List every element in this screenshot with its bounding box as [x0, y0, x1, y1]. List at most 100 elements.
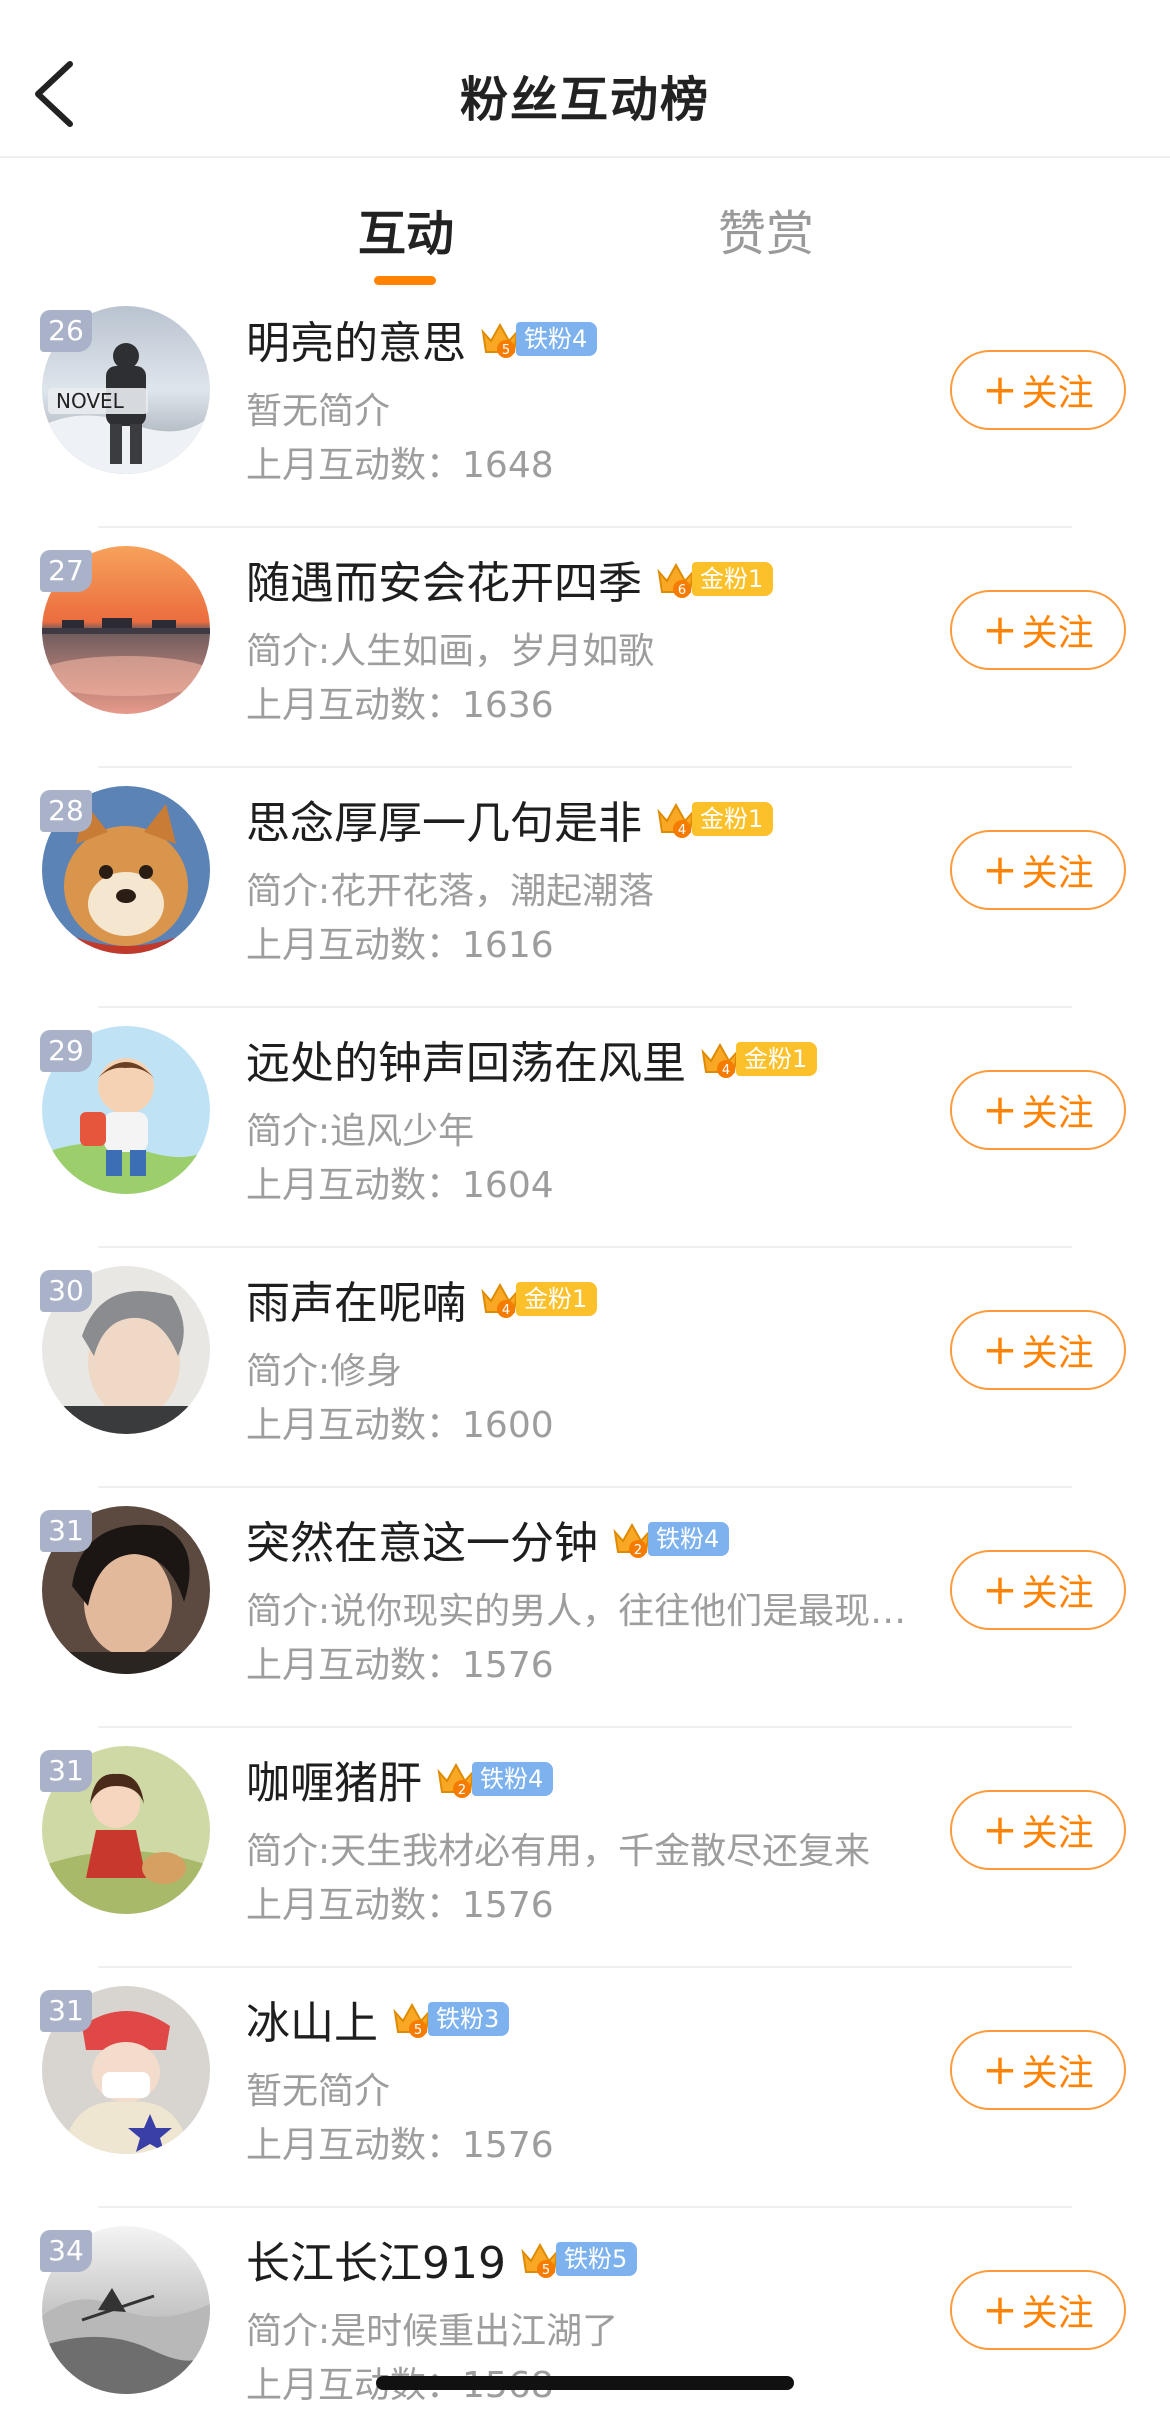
svg-text:2: 2	[458, 1783, 466, 1798]
follow-label: 关注	[1021, 2053, 1094, 2094]
list-item[interactable]: NOVEL 26 明亮的意思 5 铁粉4 暂无简介 上月互动数：1648 + 关注	[0, 288, 1170, 528]
fan-bio: 简介:花开花落，潮起潮落	[246, 871, 655, 912]
fan-badge: 2 铁粉4	[436, 1760, 554, 1798]
list-item[interactable]: 31 咖喱猪肝 2 铁粉4 简介:天生我材必有用，千金散尽还复来 上月互动数：1…	[0, 1728, 1170, 1968]
follow-button[interactable]: + 关注	[950, 2030, 1126, 2110]
follow-button[interactable]: + 关注	[950, 1310, 1126, 1390]
rank-tag: 31	[40, 1990, 92, 2032]
plus-icon: +	[982, 1805, 1018, 1854]
count-label: 上月互动数：	[246, 925, 463, 966]
count-value: 1604	[462, 1165, 554, 1206]
fan-level-badge: 铁粉4	[472, 1762, 554, 1796]
count-value: 1576	[462, 1645, 554, 1686]
list-item[interactable]: 28 思念厚厚一几句是非 4 金粉1 简介:花开花落，潮起潮落 上月互动数：16…	[0, 768, 1170, 1008]
rank-tag: 29	[40, 1030, 92, 1072]
plus-icon: +	[982, 2285, 1018, 2334]
count-value: 1616	[462, 925, 554, 966]
list-item[interactable]: 31 突然在意这一分钟 2 铁粉4 简介:说你现实的男人，往往他们是最现… 上月…	[0, 1488, 1170, 1728]
count-value: 1576	[462, 1885, 554, 1926]
follow-button[interactable]: + 关注	[950, 1550, 1126, 1630]
fan-level-badge: 铁粉4	[516, 322, 598, 356]
list-item[interactable]: 31 冰山上 5 铁粉3 暂无简介 上月互动数：1576 + 关注	[0, 1968, 1170, 2208]
fan-bio: 简介:修身	[246, 1351, 403, 1392]
interaction-count: 上月互动数：1576	[246, 1876, 554, 1928]
tab-reward[interactable]: 赞赏	[718, 194, 814, 264]
plus-icon: +	[982, 365, 1018, 414]
fan-name[interactable]: 咖喱猪肝	[246, 1747, 422, 1811]
fan-name[interactable]: 思念厚厚一几句是非	[246, 787, 642, 851]
crown-icon: 2	[437, 1762, 475, 1798]
crown-icon: 4	[701, 1042, 739, 1078]
fan-bio: 暂无简介	[246, 391, 391, 432]
fan-name[interactable]: 雨声在呢喃	[246, 1267, 466, 1331]
follow-label: 关注	[1021, 1813, 1094, 1854]
fan-badge: 2 铁粉4	[612, 1520, 730, 1558]
home-indicator[interactable]	[376, 2376, 794, 2390]
list-item[interactable]: 29 远处的钟声回荡在风里 4 金粉1 简介:追风少年 上月互动数：1604 +…	[0, 1008, 1170, 1248]
fan-name[interactable]: 突然在意这一分钟	[246, 1507, 598, 1571]
tab-bar: 互动 赞赏	[0, 158, 1170, 288]
rank-tag: 31	[40, 1510, 92, 1552]
interaction-count: 上月互动数：1648	[246, 436, 554, 488]
crown-icon: 5	[521, 2242, 559, 2278]
fan-bio: 简介:说你现实的男人，往往他们是最现…	[246, 1591, 907, 1632]
svg-text:2: 2	[634, 1543, 642, 1558]
fan-level-badge: 铁粉4	[648, 1522, 730, 1556]
fan-level-badge: 金粉1	[736, 1042, 818, 1076]
count-label: 上月互动数：	[246, 1885, 463, 1926]
page-title: 粉丝互动榜	[459, 72, 710, 128]
fan-name-line: 咖喱猪肝 2 铁粉4	[246, 1747, 554, 1811]
plus-icon: +	[982, 1565, 1018, 1614]
follow-button[interactable]: + 关注	[950, 830, 1126, 910]
crown-icon: 6	[657, 562, 695, 598]
crown-icon: 5	[481, 322, 519, 358]
follow-label: 关注	[1021, 2293, 1094, 2334]
fan-name-line: 随遇而安会花开四季 6 金粉1	[246, 547, 774, 611]
follow-button[interactable]: + 关注	[950, 2270, 1126, 2350]
fan-name[interactable]: 长江长江919	[246, 2227, 506, 2291]
fan-bio: 简介:是时候重出江湖了	[246, 2311, 619, 2352]
follow-button[interactable]: + 关注	[950, 1790, 1126, 1870]
svg-text:6: 6	[678, 583, 686, 598]
nav-bar: 粉丝互动榜	[0, 0, 1170, 158]
fan-name[interactable]: 明亮的意思	[246, 307, 466, 371]
count-label: 上月互动数：	[246, 1405, 463, 1446]
svg-text:5: 5	[542, 2263, 550, 2278]
interaction-count: 上月互动数：1636	[246, 676, 554, 728]
count-value: 1648	[462, 445, 554, 486]
rank-tag: 34	[40, 2230, 92, 2272]
fan-name[interactable]: 随遇而安会花开四季	[246, 547, 642, 611]
fan-bio: 简介:追风少年	[246, 1111, 475, 1152]
fan-name[interactable]: 冰山上	[246, 1987, 378, 2051]
fan-level-badge: 金粉1	[516, 1282, 598, 1316]
list-item[interactable]: 30 雨声在呢喃 4 金粉1 简介:修身 上月互动数：1600 + 关注	[0, 1248, 1170, 1488]
count-label: 上月互动数：	[246, 1645, 463, 1686]
svg-text:4: 4	[722, 1063, 730, 1078]
follow-label: 关注	[1021, 1093, 1094, 1134]
plus-icon: +	[982, 1085, 1018, 1134]
list-item[interactable]: 27 随遇而安会花开四季 6 金粉1 简介:人生如画，岁月如歌 上月互动数：16…	[0, 528, 1170, 768]
rank-tag: 30	[40, 1270, 92, 1312]
tab-interaction[interactable]: 互动	[358, 194, 454, 264]
fan-level-badge: 铁粉3	[428, 2002, 510, 2036]
count-value: 1636	[462, 685, 554, 726]
fan-name[interactable]: 远处的钟声回荡在风里	[246, 1027, 686, 1091]
fan-level-badge: 金粉1	[692, 802, 774, 836]
follow-label: 关注	[1021, 613, 1094, 654]
follow-button[interactable]: + 关注	[950, 350, 1126, 430]
fan-bio: 简介:人生如画，岁月如歌	[246, 631, 655, 672]
follow-button[interactable]: + 关注	[950, 590, 1126, 670]
plus-icon: +	[982, 845, 1018, 894]
fan-bio: 暂无简介	[246, 2071, 391, 2112]
fan-name-line: 明亮的意思 5 铁粉4	[246, 307, 598, 371]
rank-tag: 28	[40, 790, 92, 832]
fan-level-badge: 金粉1	[692, 562, 774, 596]
interaction-count: 上月互动数：1616	[246, 916, 554, 968]
crown-icon: 4	[481, 1282, 519, 1318]
interaction-count: 上月互动数：1604	[246, 1156, 554, 1208]
fan-name-line: 远处的钟声回荡在风里 4 金粉1	[246, 1027, 818, 1091]
fan-badge: 4 金粉1	[480, 1280, 598, 1318]
follow-button[interactable]: + 关注	[950, 1070, 1126, 1150]
crown-icon: 5	[393, 2002, 431, 2038]
plus-icon: +	[982, 1325, 1018, 1374]
